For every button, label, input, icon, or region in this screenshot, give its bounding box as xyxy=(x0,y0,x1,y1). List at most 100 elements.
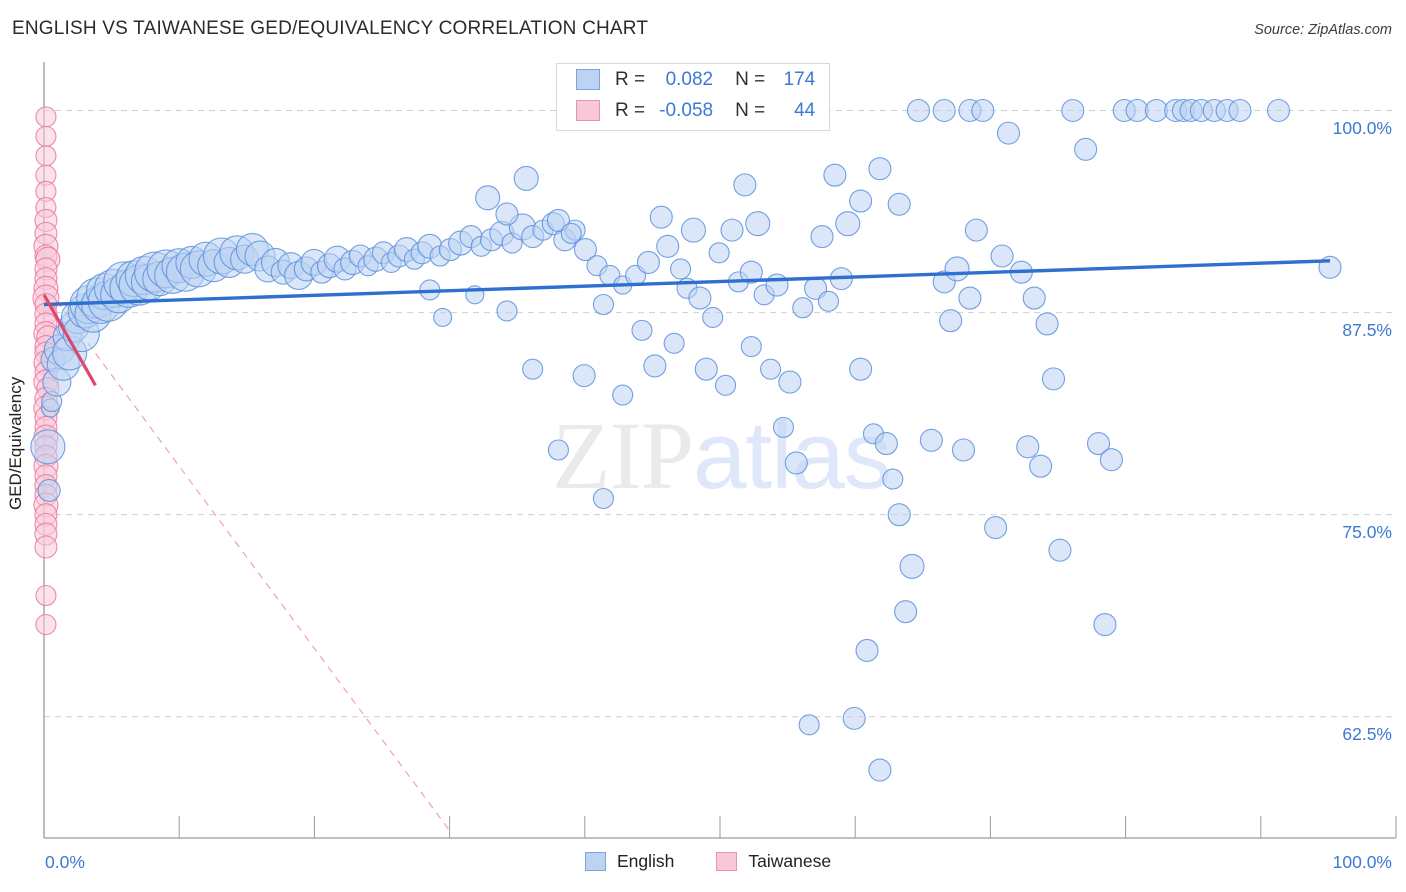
data-point xyxy=(37,478,61,502)
data-point xyxy=(656,234,680,258)
correlation-legend: R = 0.082 N = 174 R = -0.058 N = 44 xyxy=(556,63,830,131)
data-point xyxy=(636,250,660,275)
data-point xyxy=(887,192,911,216)
data-point xyxy=(1267,98,1291,123)
data-point xyxy=(849,357,873,381)
data-point xyxy=(919,428,943,452)
data-point xyxy=(1061,98,1085,123)
data-point xyxy=(990,244,1014,268)
data-point xyxy=(560,222,582,244)
legend-r-value-taiwanese: -0.058 xyxy=(659,99,714,121)
data-point xyxy=(784,451,808,475)
series-legend-taiwanese[interactable]: Taiwanese xyxy=(716,851,831,872)
data-point xyxy=(745,211,771,237)
data-point xyxy=(855,638,879,663)
data-point xyxy=(663,332,685,354)
data-point xyxy=(1029,454,1053,478)
data-point xyxy=(760,358,782,380)
data-point xyxy=(1041,367,1066,391)
data-point xyxy=(35,614,57,636)
data-point xyxy=(513,165,539,191)
legend-n-label-english: N = xyxy=(735,68,766,90)
data-point xyxy=(823,163,847,187)
data-point xyxy=(899,553,925,579)
data-point xyxy=(612,384,634,406)
data-point xyxy=(34,535,58,559)
data-point xyxy=(882,468,904,490)
data-point xyxy=(906,98,931,123)
data-point xyxy=(996,121,1021,145)
data-point xyxy=(964,218,988,242)
data-point xyxy=(817,290,840,312)
data-point xyxy=(547,439,569,461)
data-point xyxy=(702,306,724,328)
data-point xyxy=(798,714,820,736)
data-point xyxy=(670,258,692,280)
y-tick-label-875: 87.5% xyxy=(1342,319,1392,340)
data-point xyxy=(30,429,66,465)
data-point xyxy=(35,584,57,607)
data-point xyxy=(35,106,57,128)
data-point xyxy=(433,307,453,327)
data-point xyxy=(1048,538,1072,562)
data-point xyxy=(951,438,976,462)
data-point xyxy=(592,293,614,316)
data-point xyxy=(495,202,519,226)
data-point xyxy=(1093,613,1117,637)
data-point xyxy=(984,516,1008,540)
series-swatch-english xyxy=(585,852,606,871)
series-label-taiwanese: Taiwanese xyxy=(748,851,832,871)
data-point xyxy=(592,487,614,510)
data-point xyxy=(1035,312,1059,336)
x-tick-label-min: 0.0% xyxy=(45,852,85,872)
data-point xyxy=(496,300,518,322)
legend-r-value-english: 0.082 xyxy=(665,68,714,90)
data-point xyxy=(631,319,653,341)
data-point xyxy=(868,157,892,181)
scatter-plot-canvas xyxy=(30,62,1397,839)
data-point xyxy=(720,218,744,242)
legend-row-english: R = 0.082 N = 174 xyxy=(557,64,829,95)
data-point xyxy=(1144,98,1168,123)
data-point xyxy=(765,273,789,297)
data-point xyxy=(874,431,898,456)
data-point xyxy=(1228,98,1252,123)
data-point xyxy=(688,286,712,310)
data-point xyxy=(939,309,963,333)
data-point xyxy=(894,600,918,624)
legend-n-value-english: 174 xyxy=(783,68,816,90)
data-point xyxy=(1074,137,1098,161)
data-point xyxy=(887,503,911,527)
data-point xyxy=(842,706,866,730)
data-point xyxy=(772,416,795,438)
data-point xyxy=(643,354,667,378)
data-point xyxy=(740,335,762,358)
trendline-taiwanese-extension xyxy=(56,300,450,831)
data-point xyxy=(958,286,982,310)
data-point xyxy=(733,173,757,197)
data-point xyxy=(475,185,501,211)
data-point xyxy=(971,98,995,123)
data-point xyxy=(680,217,706,243)
y-tick-label-100: 100.0% xyxy=(1332,117,1392,138)
data-point xyxy=(778,370,802,394)
data-point xyxy=(715,374,737,396)
data-point xyxy=(572,364,596,388)
data-point xyxy=(932,98,956,123)
series-label-english: English xyxy=(617,851,675,871)
data-point xyxy=(849,189,873,213)
legend-r-label-english: R = xyxy=(615,68,646,90)
legend-row-taiwanese: R = -0.058 N = 44 xyxy=(557,95,829,126)
legend-swatch-taiwanese xyxy=(576,100,600,121)
data-point xyxy=(649,205,673,229)
data-point xyxy=(35,145,57,167)
x-tick-label-max: 100.0% xyxy=(1332,852,1392,872)
legend-r-label-taiwanese: R = xyxy=(615,99,646,121)
series-legend-english[interactable]: English xyxy=(585,851,674,872)
data-point xyxy=(694,357,718,381)
y-tick-label-750: 75.0% xyxy=(1342,521,1392,542)
series-swatch-taiwanese xyxy=(716,852,738,871)
legend-swatch-english xyxy=(576,69,600,90)
data-point xyxy=(810,225,834,249)
legend-n-label-taiwanese: N = xyxy=(735,99,766,121)
